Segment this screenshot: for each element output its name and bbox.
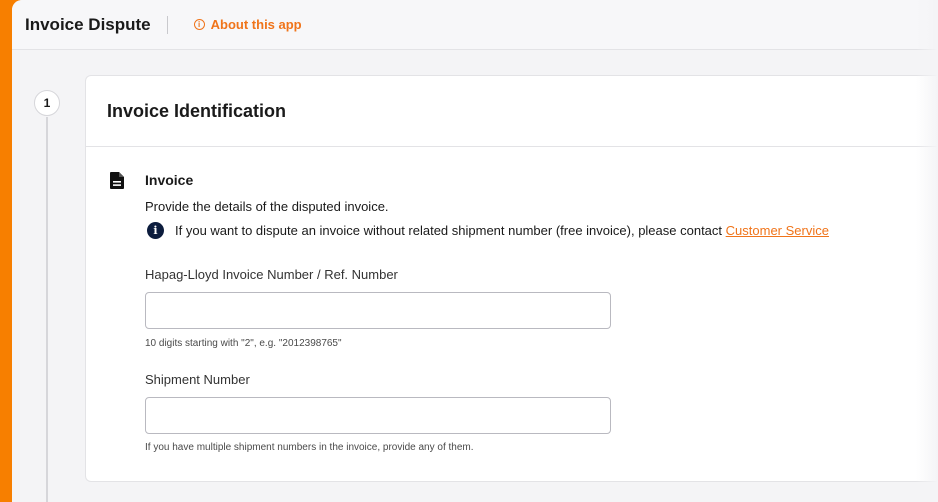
about-app-link[interactable]: i About this app [193,17,302,32]
step-connector-line [46,117,48,502]
info-notice: i If you want to dispute an invoice with… [147,222,829,239]
invoice-number-input[interactable] [145,292,611,329]
invoice-number-label: Hapag-Lloyd Invoice Number / Ref. Number [145,267,398,282]
step-title: Invoice Identification [107,100,287,121]
info-circle-icon: i [193,19,205,30]
shipment-number-input[interactable] [145,397,611,434]
info-text: If you want to dispute an invoice withou… [175,223,723,238]
app-window: Invoice Dispute i About this app 1 Invoi… [12,0,938,502]
document-icon [110,172,124,189]
step-card: Invoice Identification Invoice Provide t… [85,75,938,482]
customer-service-link[interactable]: Customer Service [726,223,829,238]
about-app-label: About this app [210,17,302,32]
section-description: Provide the details of the disputed invo… [145,199,389,214]
scroll-edge-shade [916,0,938,502]
step-card-header: Invoice Identification [86,76,938,147]
section-title: Invoice [145,172,194,188]
info-icon: i [147,222,164,239]
app-title: Invoice Dispute [25,14,151,34]
invoice-number-hint: 10 digits starting with "2", e.g. "20123… [145,338,342,349]
top-bar: Invoice Dispute i About this app [12,0,938,50]
shipment-number-label: Shipment Number [145,372,250,387]
title-divider [166,15,168,34]
step-number-badge: 1 [34,90,60,116]
shipment-number-hint: If you have multiple shipment numbers in… [145,442,474,453]
